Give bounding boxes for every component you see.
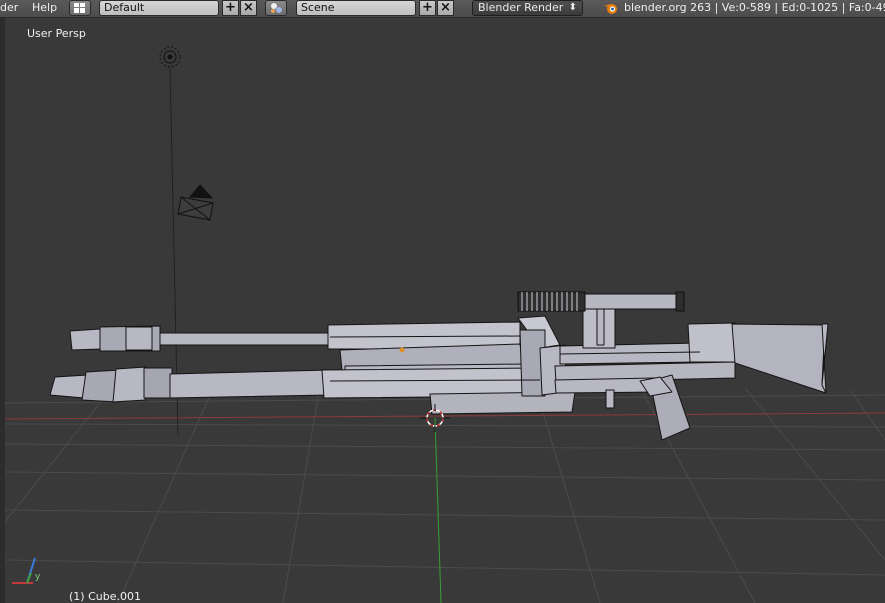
view-name-label: User Persp [27, 27, 86, 40]
add-scene-button[interactable]: + [419, 0, 436, 16]
axis-gizmo-icon [12, 557, 36, 584]
layout-name-field[interactable]: Default [99, 0, 219, 16]
scene-name-field[interactable]: Scene [296, 0, 416, 16]
active-object-label: (1) Cube.001 [69, 590, 141, 603]
camera-object[interactable] [177, 184, 214, 221]
add-layout-button[interactable]: + [222, 0, 239, 16]
render-menu[interactable]: der [0, 1, 18, 15]
object-origin-dot [399, 347, 405, 353]
updown-arrows-icon: ⬍ [568, 2, 577, 13]
axis-y-label: y [35, 572, 41, 582]
rifle-mesh[interactable] [49, 304, 829, 441]
help-menu[interactable]: Help [32, 1, 57, 15]
blender-logo-icon [603, 1, 619, 15]
scope-mesh[interactable] [517, 291, 685, 312]
viewport-canvas[interactable] [5, 18, 885, 603]
render-engine-label: Blender Render [478, 1, 564, 14]
info-header: der Help Default + × Scene + × Blender R… [0, 0, 885, 18]
render-engine-dropdown[interactable]: Blender Render ⬍ [472, 0, 583, 16]
remove-layout-button[interactable]: × [240, 0, 257, 16]
y-axis-line [434, 417, 442, 603]
3d-viewport[interactable]: User Persp (1) Cube.001 y [5, 18, 885, 603]
scene-icon[interactable] [265, 0, 287, 16]
scene-statistics: blender.org 263 | Ve:0-589 | Ed:0-1025 |… [624, 1, 885, 14]
remove-scene-button[interactable]: × [437, 0, 454, 16]
screen-layout-icon[interactable] [69, 0, 91, 16]
